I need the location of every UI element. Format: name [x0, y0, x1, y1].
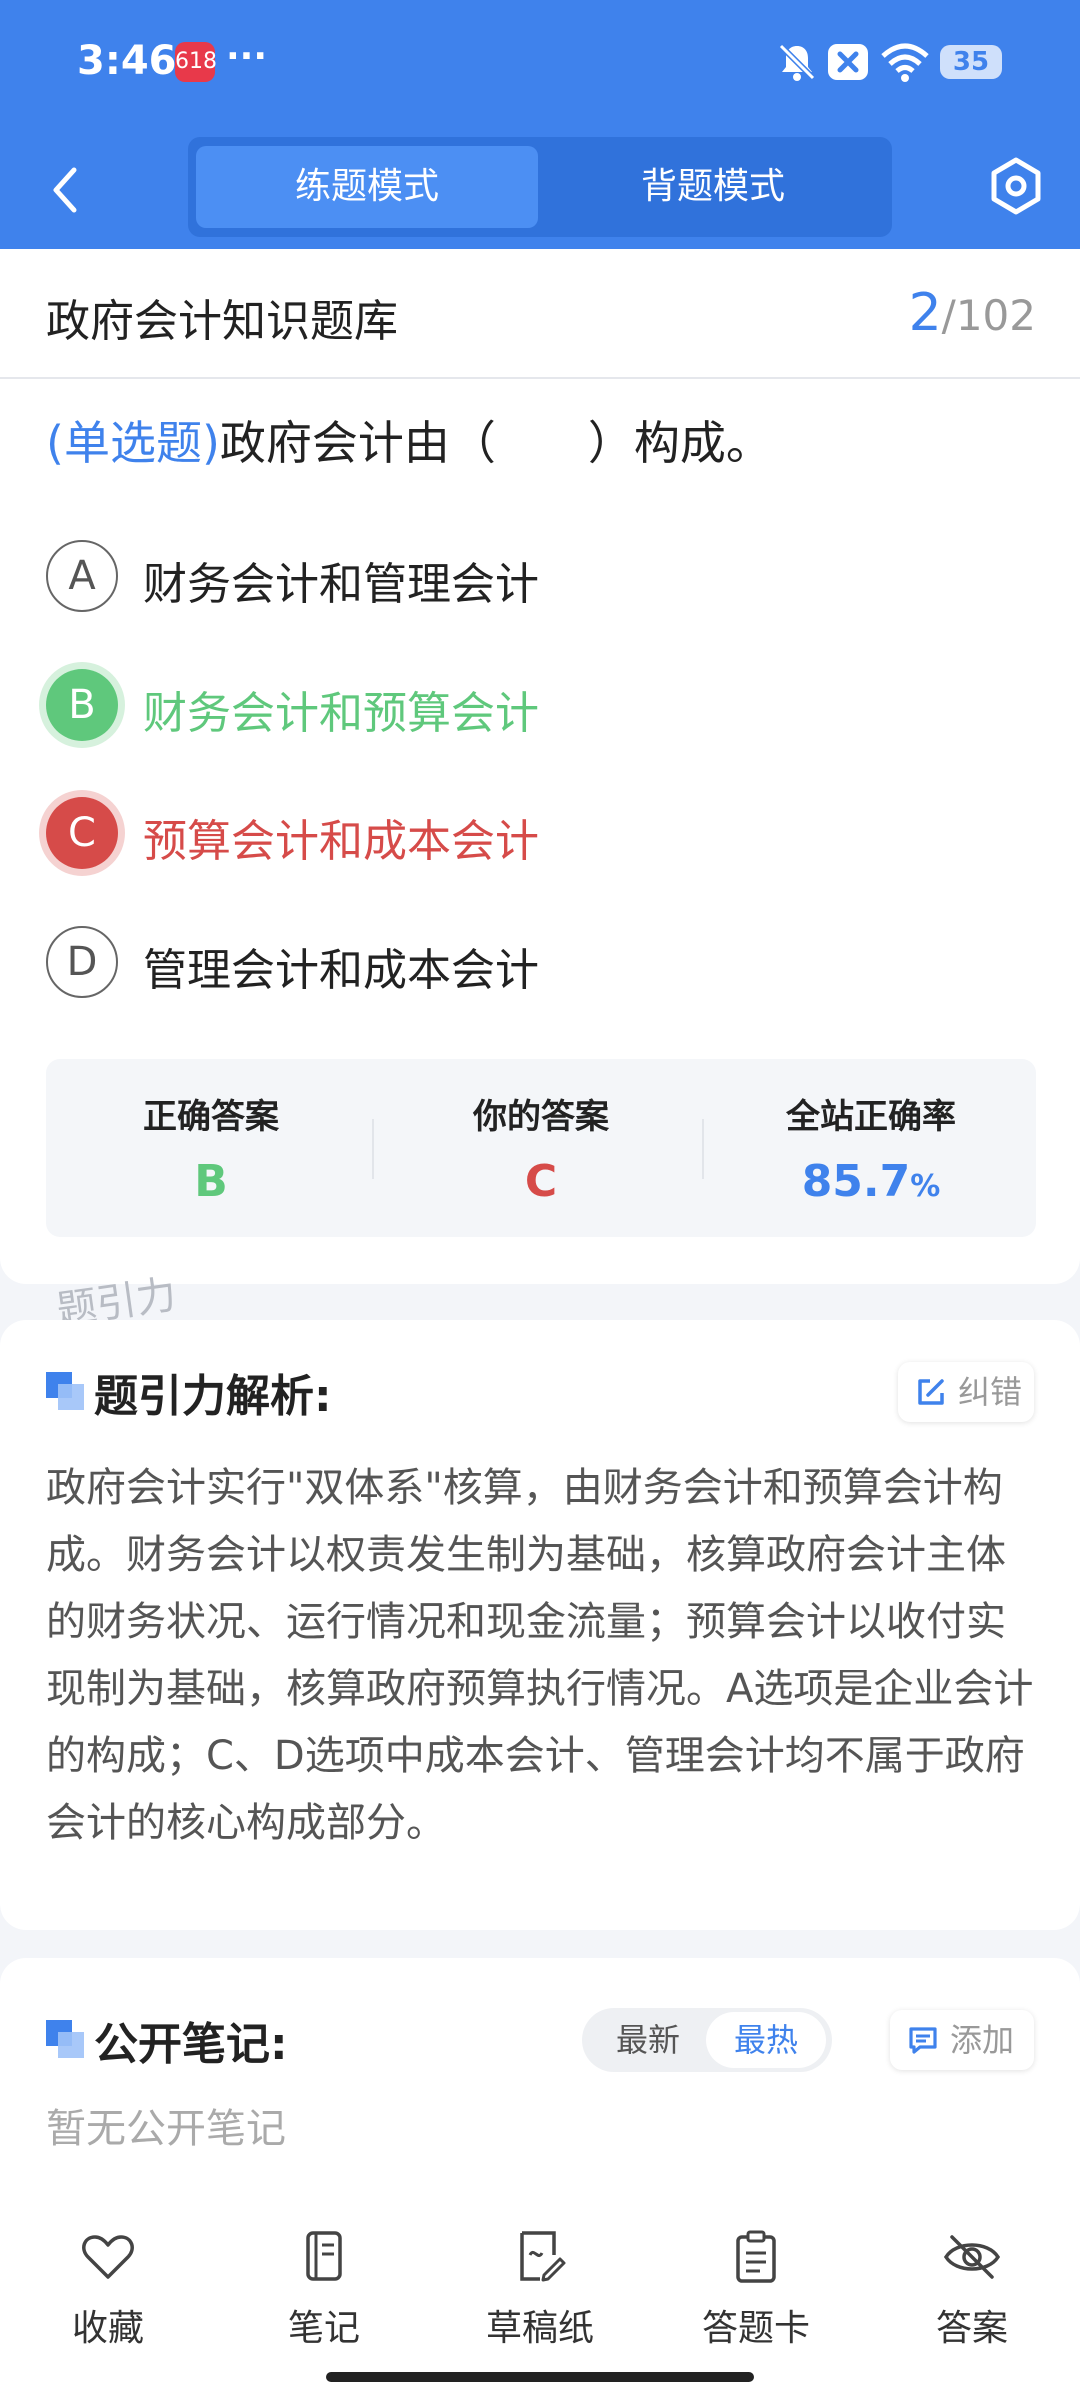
question-stem: (单选题)政府会计由（ ）构成。 — [46, 407, 772, 473]
tab-memorize-mode[interactable]: 背题模式 — [542, 146, 884, 228]
favorite-button[interactable]: 收藏 — [18, 2227, 198, 2351]
option-d[interactable]: D 管理会计和成本会计 — [46, 926, 946, 1000]
option-b[interactable]: B 财务会计和预算会计 — [46, 669, 946, 743]
option-letter: B — [46, 669, 118, 741]
option-text: 管理会计和成本会计 — [143, 945, 539, 996]
wifi-icon — [881, 43, 929, 82]
option-letter: A — [46, 540, 118, 612]
clipboard-icon — [736, 2230, 776, 2283]
comment-icon — [909, 2027, 937, 2054]
note-button[interactable]: 笔记 — [234, 2227, 414, 2351]
show-answer-label: 答案 — [935, 2308, 1008, 2349]
draft-paper-button[interactable]: 草稿纸 — [450, 2227, 630, 2351]
section-marker-icon — [46, 1372, 86, 1412]
option-text: 财务会计和预算会计 — [143, 688, 539, 739]
bell-muted-icon — [778, 43, 816, 81]
note-label: 笔记 — [287, 2308, 360, 2349]
home-indicator[interactable] — [326, 2372, 754, 2382]
site-accuracy-value: 85.7% — [706, 1156, 1036, 1207]
add-note-button[interactable]: 添加 — [890, 2010, 1034, 2070]
status-time: 3:46 — [77, 38, 177, 84]
settings-icon[interactable] — [985, 155, 1047, 217]
site-accuracy-unit: % — [910, 1169, 941, 1204]
bank-title: 政府会计知识题库 — [46, 296, 398, 347]
notes-title: 公开笔记: — [94, 2019, 288, 2070]
sort-hottest-option[interactable]: 最热 — [706, 2012, 826, 2068]
site-accuracy-label: 全站正确率 — [786, 1097, 956, 1137]
draft-paper-icon — [520, 2231, 566, 2282]
show-answer-button[interactable]: 答案 — [882, 2227, 1062, 2351]
notes-card: 公开笔记: 最新 最热 添加 暂无公开笔记 — [0, 1958, 1080, 2208]
question-card: 政府会计知识题库 2/102 (单选题)政府会计由（ ）构成。 A 财务会计和管… — [0, 249, 1080, 1284]
answer-card-button[interactable]: 答题卡 — [666, 2227, 846, 2351]
option-c[interactable]: C 预算会计和成本会计 — [46, 797, 946, 871]
divider — [702, 1119, 704, 1179]
bank-header: 政府会计知识题库 2/102 — [0, 249, 1080, 379]
correct-answer-label: 正确答案 — [143, 1097, 279, 1137]
total-questions: /102 — [941, 291, 1036, 340]
question-type-tag: (单选题) — [46, 416, 220, 470]
section-marker-icon — [46, 2020, 86, 2060]
nav-bar: 练题模式 背题模式 — [0, 125, 1080, 249]
notebook-icon — [306, 2231, 342, 2281]
notes-sort-toggle: 最新 最热 — [582, 2008, 832, 2072]
close-app-icon — [828, 44, 868, 80]
question-text: 政府会计由（ ）构成。 — [219, 416, 772, 470]
correct-answer-value: B — [194, 1156, 228, 1207]
edit-icon — [918, 1379, 944, 1405]
answer-card-label: 答题卡 — [701, 2308, 810, 2349]
analysis-card: 题引力解析: 纠错 政府会计实行"双体系"核算，由财务会计和预算会计构成。财务会… — [0, 1320, 1080, 1930]
more-notifications-icon: ··· — [226, 36, 268, 77]
answer-stats: 正确答案 B 你的答案 C 全站正确率 85.7% — [46, 1059, 1036, 1237]
battery-icon: 35 — [940, 45, 1002, 79]
eye-off-icon — [943, 2235, 1001, 2279]
option-text: 财务会计和管理会计 — [143, 559, 539, 610]
top-header: 3:46 618 ··· 35 练题模式 背题模式 — [0, 0, 1080, 249]
site-accuracy-stat: 全站正确率 85.7% — [706, 1089, 1036, 1207]
option-a[interactable]: A 财务会计和管理会计 — [46, 540, 946, 614]
question-counter: 2/102 — [909, 283, 1036, 343]
correct-answer-stat: 正确答案 B — [46, 1089, 376, 1207]
add-note-label: 添加 — [950, 2021, 1015, 2059]
your-answer-value: C — [524, 1156, 558, 1207]
report-error-button[interactable]: 纠错 — [898, 1362, 1034, 1422]
site-accuracy-number: 85.7 — [801, 1156, 911, 1207]
analysis-title: 题引力解析: — [94, 1371, 332, 1422]
your-answer-label: 你的答案 — [473, 1097, 609, 1137]
back-arrow-icon[interactable] — [40, 160, 90, 220]
status-bar: 3:46 618 ··· 35 — [0, 0, 1080, 125]
app-notification-icon: 618 — [175, 42, 217, 82]
bottom-toolbar: 收藏 笔记 草稿纸 答题卡 答案 — [0, 2205, 1080, 2400]
heart-icon — [82, 2235, 134, 2279]
draft-paper-label: 草稿纸 — [485, 2308, 594, 2349]
empty-notes-text: 暂无公开笔记 — [46, 2106, 286, 2152]
report-error-label: 纠错 — [958, 1373, 1023, 1411]
mode-switch: 练题模式 背题模式 — [188, 137, 892, 237]
option-text: 预算会计和成本会计 — [143, 816, 539, 867]
divider — [372, 1119, 374, 1179]
favorite-label: 收藏 — [71, 2308, 144, 2349]
your-answer-stat: 你的答案 C — [376, 1089, 706, 1207]
option-letter: C — [46, 797, 118, 869]
sort-newest-option[interactable]: 最新 — [588, 2012, 708, 2068]
analysis-text: 政府会计实行"双体系"核算，由财务会计和预算会计构成。财务会计以权责发生制为基础… — [46, 1465, 1034, 1846]
tab-practice-mode[interactable]: 练题模式 — [196, 146, 538, 228]
option-letter: D — [46, 926, 118, 998]
current-question-number: 2 — [908, 283, 942, 343]
